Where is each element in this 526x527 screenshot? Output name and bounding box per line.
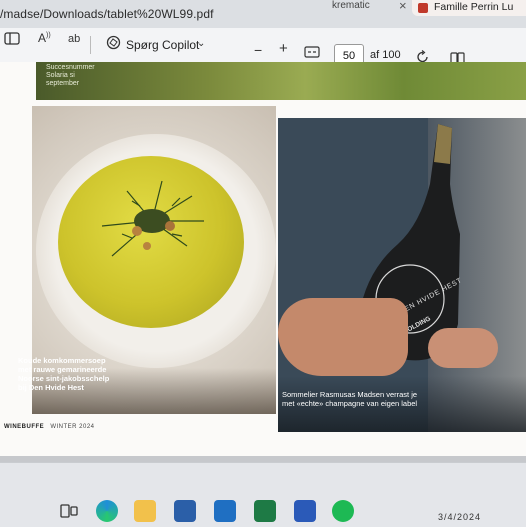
tab-other[interactable]: krematic <box>332 0 370 11</box>
page-footer: WINEBUFFE WINTER 2024 <box>4 424 95 430</box>
page-total-label: af 100 <box>370 49 401 61</box>
spotify-icon[interactable] <box>332 500 354 522</box>
bottle-caption: Sommelier Rasmusas Madsen verrast je met… <box>282 390 418 408</box>
soup-caption: Koude komkommersoep met rauwe gemarineer… <box>18 356 110 392</box>
tab-favicon-icon <box>418 3 428 13</box>
zoom-in-button[interactable]: + <box>279 40 288 57</box>
tab-active-label: Famille Perrin Lu <box>434 1 514 13</box>
chevron-down-icon[interactable]: ⌄ <box>197 38 205 49</box>
outlook-icon[interactable] <box>214 500 236 522</box>
ask-copilot-label: Spørg Copilot <box>126 38 200 52</box>
footer-issue: WINTER 2024 <box>50 424 95 430</box>
dill-garnish <box>101 180 204 257</box>
zoom-out-button[interactable]: − <box>254 42 262 58</box>
copilot-icon <box>106 35 121 50</box>
top-photo-caption: Succesnummer Solaria si september <box>46 64 95 87</box>
read-aloud-icon[interactable]: A)) <box>38 31 51 45</box>
bottle-photo: DEN HVIDE HEST KOLDING <box>278 118 526 432</box>
tab-close-icon[interactable]: × <box>399 0 407 13</box>
file-explorer-icon[interactable] <box>134 500 156 522</box>
store-icon[interactable] <box>174 500 196 522</box>
address-bar-url[interactable]: /madse/Downloads/tablet%20WL99.pdf <box>0 7 214 21</box>
sommelier-hand-right <box>428 328 498 368</box>
taskbar-clock[interactable]: 3/4/2024 <box>438 512 481 522</box>
text-options-icon[interactable]: ab <box>68 33 80 45</box>
contents-icon[interactable] <box>4 32 20 46</box>
sommelier-hand <box>278 298 408 376</box>
task-view-icon[interactable] <box>58 500 80 522</box>
toolbar-separator <box>90 36 91 54</box>
fit-page-icon[interactable] <box>304 46 320 58</box>
footer-brand: WINEBUFFE <box>4 424 45 430</box>
top-photo-strip <box>36 62 526 100</box>
edge-icon[interactable] <box>96 500 118 522</box>
word-icon[interactable] <box>294 500 316 522</box>
excel-icon[interactable] <box>254 500 276 522</box>
